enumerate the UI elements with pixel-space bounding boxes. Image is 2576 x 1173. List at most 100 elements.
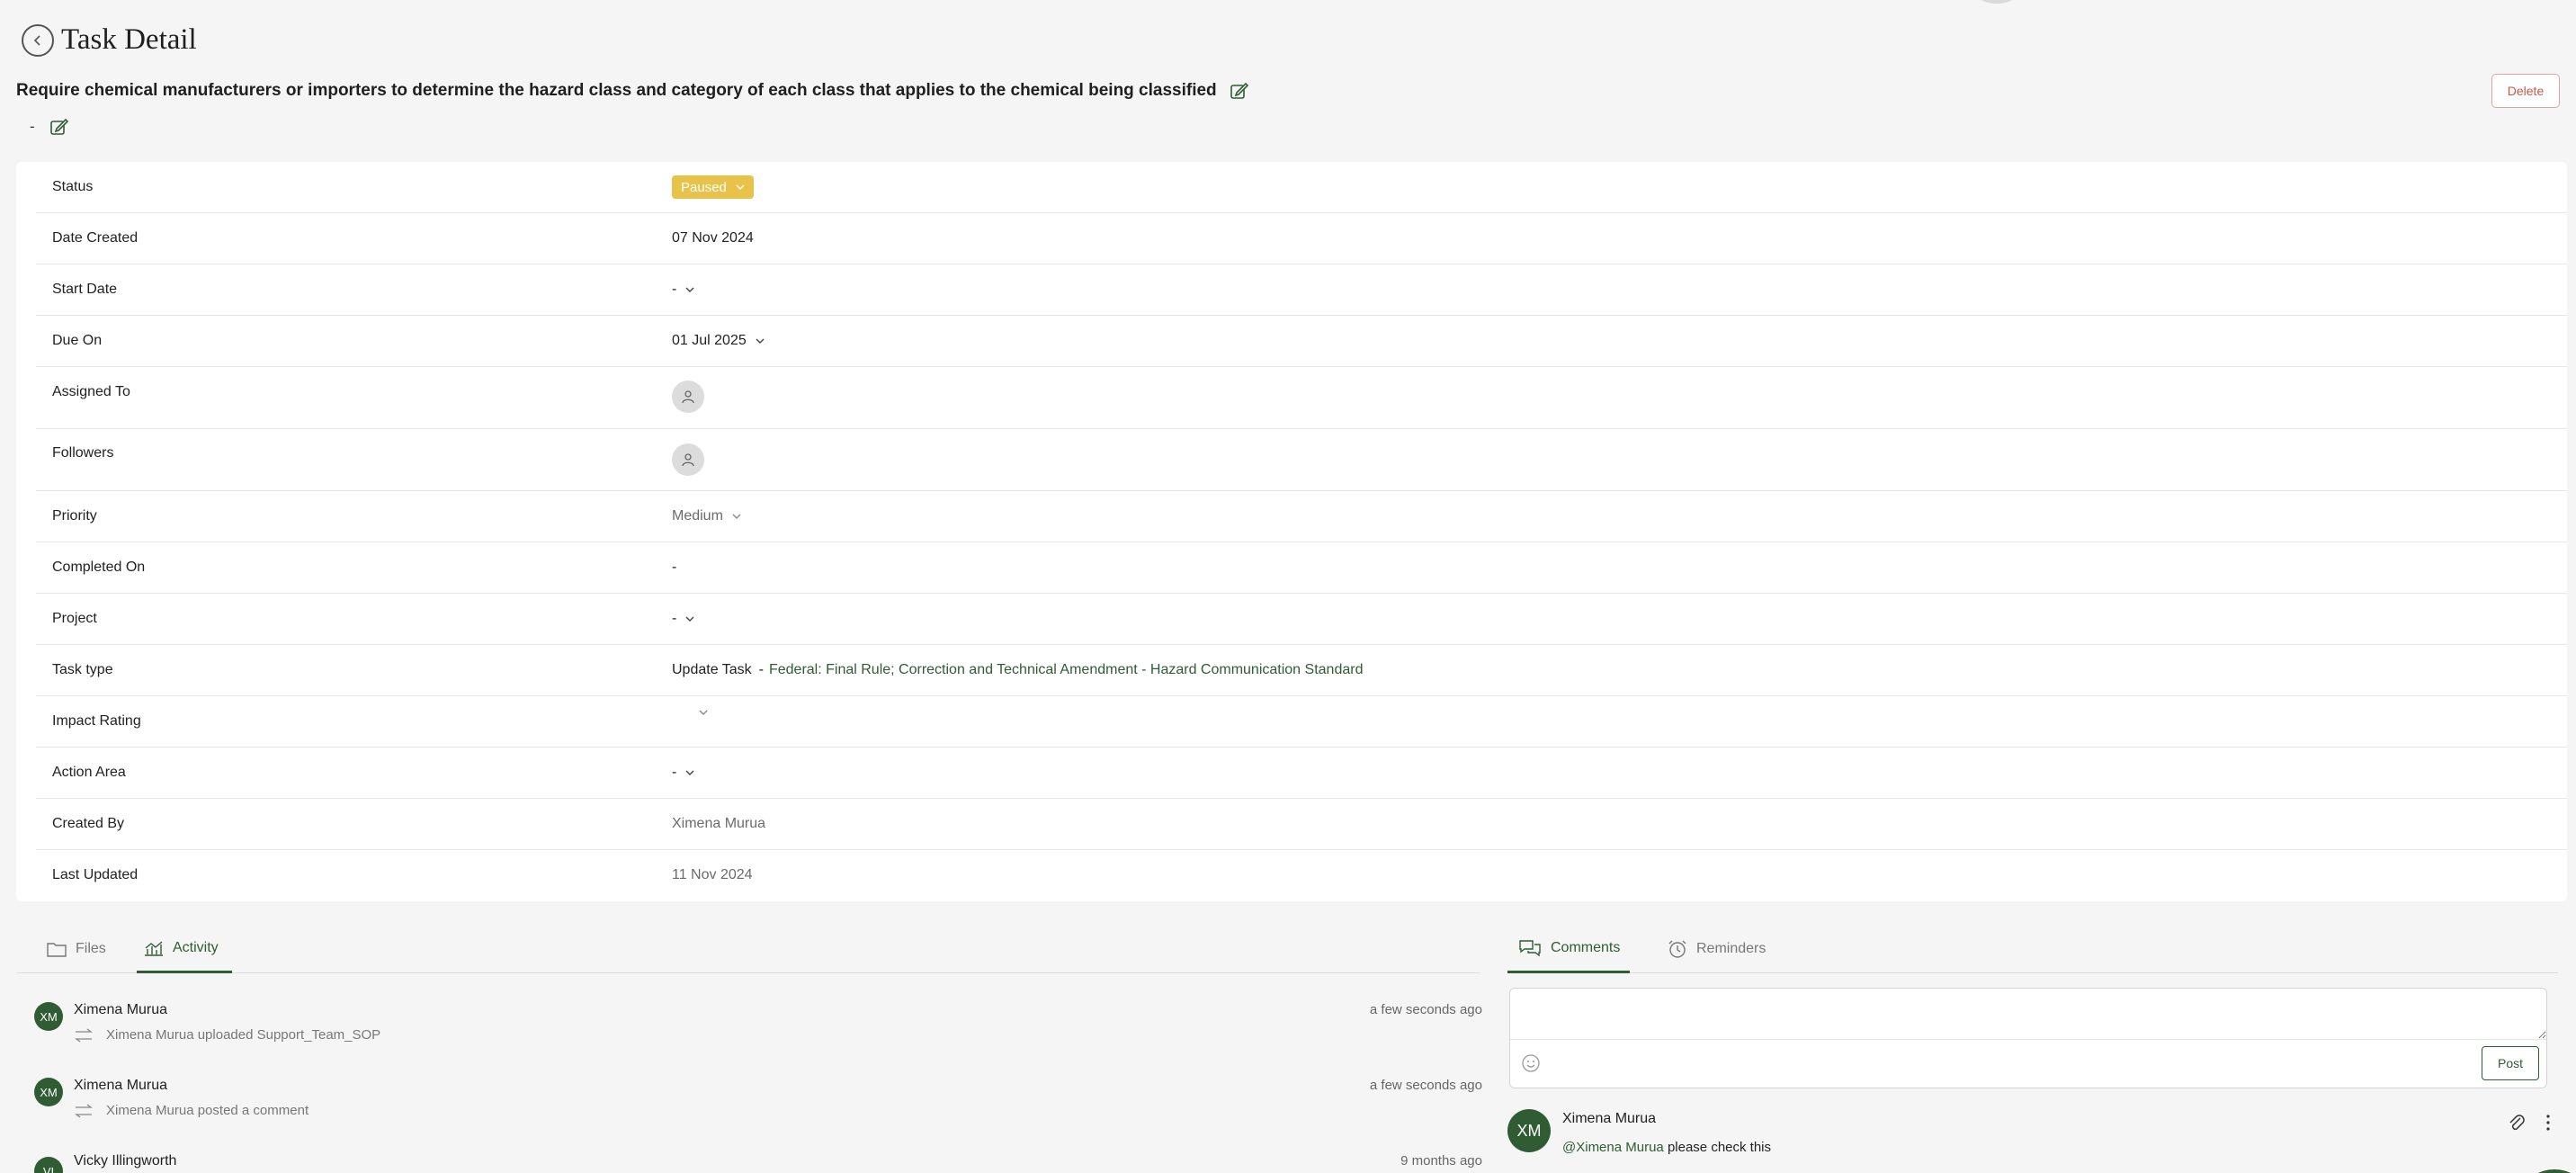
avatar: VI (34, 1157, 63, 1173)
chevron-down-icon (685, 770, 694, 775)
related-regulation-link[interactable]: Federal: Final Rule; Correction and Tech… (769, 662, 1363, 678)
tab-reminders-label: Reminders (1696, 941, 1767, 956)
created-by-label: Created By (52, 816, 125, 831)
activity-description: Ximena Murua posted a comment (106, 1103, 309, 1118)
detail-row-start-date: Start Date - (36, 264, 2567, 316)
activity-item: VI Vicky Illingworth 9 months ago (34, 1153, 1482, 1173)
chevron-down-icon (732, 514, 741, 519)
detail-row-due-on: Due On 01 Jul 2025 (36, 316, 2567, 367)
task-description-row: - (30, 117, 69, 137)
date-created-value: 07 Nov 2024 (672, 230, 754, 246)
due-on-value: 01 Jul 2025 (672, 333, 747, 348)
comment-author: Ximena Murua (1562, 1111, 1657, 1126)
edit-description-icon[interactable] (49, 117, 69, 137)
more-options-button[interactable] (2545, 1114, 2551, 1132)
impact-rating-label: Impact Rating (52, 713, 141, 729)
detail-row-completed-on: Completed On - (36, 542, 2567, 594)
start-date-value: - (672, 282, 677, 297)
assigned-to-label: Assigned To (52, 384, 130, 399)
detail-row-impact-rating: Impact Rating (36, 696, 2567, 748)
activity-user-name: Ximena Murua (74, 1002, 168, 1017)
task-description: - (30, 118, 35, 135)
comment-item: XM Ximena Murua @Ximena Murua please che… (1507, 1109, 2551, 1163)
task-type-separator: - (758, 662, 764, 677)
chevron-down-icon (685, 287, 694, 292)
chevron-left-icon (33, 34, 40, 46)
activity-timestamp: a few seconds ago (1369, 1002, 1482, 1017)
completed-on-value: - (672, 560, 677, 575)
detail-row-action-area: Action Area - (36, 748, 2567, 799)
action-area-label: Action Area (52, 765, 126, 780)
task-type-value: Update Task (672, 662, 752, 677)
status-label: Status (52, 179, 94, 194)
delete-button[interactable]: Delete (2491, 74, 2560, 108)
start-date-dropdown[interactable]: - (672, 282, 694, 298)
edit-title-icon[interactable] (1230, 81, 1249, 101)
detail-row-status: Status Paused (36, 162, 2567, 213)
folder-icon (47, 943, 67, 957)
due-on-label: Due On (52, 333, 103, 348)
back-button[interactable] (22, 23, 54, 57)
attachment-button[interactable] (2508, 1113, 2526, 1133)
chevron-down-icon (736, 184, 745, 190)
alarm-clock-icon (1668, 940, 1686, 958)
detail-row-priority: Priority Medium (36, 491, 2567, 542)
detail-row-last-updated: Last Updated 11 Nov 2024 (36, 850, 2567, 901)
task-type-label: Task type (52, 662, 113, 677)
tab-comments[interactable]: Comments (1507, 925, 1630, 973)
smiley-icon (1522, 1054, 1540, 1072)
due-on-dropdown[interactable]: 01 Jul 2025 (672, 333, 765, 349)
priority-value: Medium (672, 508, 723, 524)
tab-reminders[interactable]: Reminders (1660, 925, 1773, 973)
emoji-button[interactable] (1521, 1053, 1541, 1073)
action-area-value: - (672, 765, 677, 780)
chevron-down-icon (756, 338, 765, 344)
comments-reminders-tabs: Comments Reminders (1507, 925, 2558, 973)
task-title: Require chemical manufacturers or import… (16, 81, 1217, 100)
page-header: Task Detail (22, 23, 197, 57)
swap-arrows-icon (75, 1103, 93, 1118)
project-dropdown[interactable]: - (672, 611, 694, 627)
priority-dropdown[interactable]: Medium (672, 508, 741, 524)
start-date-label: Start Date (52, 282, 118, 297)
activity-chart-icon (145, 940, 163, 956)
date-created-label: Date Created (52, 230, 139, 246)
activity-user-name: Ximena Murua (74, 1078, 168, 1093)
avatar: XM (34, 1002, 63, 1031)
comment-composer: Post (1509, 988, 2547, 1088)
detail-row-task-type: Task type Update Task - Federal: Final R… (36, 645, 2567, 696)
activity-user-name: Vicky Illingworth (74, 1153, 177, 1169)
user-icon (682, 453, 694, 467)
followers-label: Followers (52, 445, 114, 461)
detail-row-followers: Followers (36, 429, 2567, 491)
status-dropdown[interactable]: Paused (672, 175, 754, 199)
action-area-dropdown[interactable]: - (672, 765, 694, 781)
add-follower-button[interactable] (672, 443, 704, 476)
vertical-dots-icon (2546, 1115, 2550, 1131)
status-value: Paused (681, 179, 727, 195)
impact-rating-dropdown[interactable] (699, 710, 708, 715)
details-card: Status Paused Date Created 07 Nov 2024 S… (16, 162, 2567, 901)
chevron-down-icon (699, 710, 708, 715)
completed-on-label: Completed On (52, 560, 146, 575)
chevron-down-icon (685, 616, 694, 622)
user-mention[interactable]: @Ximena Murua (1562, 1140, 1664, 1155)
post-button[interactable]: Post (2482, 1046, 2539, 1080)
tab-activity-label: Activity (173, 939, 219, 955)
project-value: - (672, 611, 677, 626)
detail-row-assigned-to: Assigned To (36, 367, 2567, 429)
tab-activity[interactable]: Activity (137, 925, 232, 973)
activity-description: Ximena Murua uploaded Support_Team_SOP (106, 1027, 381, 1043)
comment-text: @Ximena Murua please check this (1562, 1140, 1771, 1155)
divider (1510, 1039, 2546, 1040)
assign-user-button[interactable] (672, 381, 704, 413)
last-updated-label: Last Updated (52, 867, 139, 882)
detail-row-project: Project - (36, 594, 2567, 645)
floating-action-button[interactable] (2527, 1169, 2576, 1173)
tab-files-label: Files (76, 941, 106, 956)
tab-files[interactable]: Files (40, 925, 113, 973)
task-title-row: Require chemical manufacturers or import… (16, 81, 1249, 101)
comment-input[interactable] (1510, 989, 2546, 1039)
activity-timestamp: 9 months ago (1400, 1153, 1482, 1169)
decorative-shape (1970, 0, 2024, 4)
